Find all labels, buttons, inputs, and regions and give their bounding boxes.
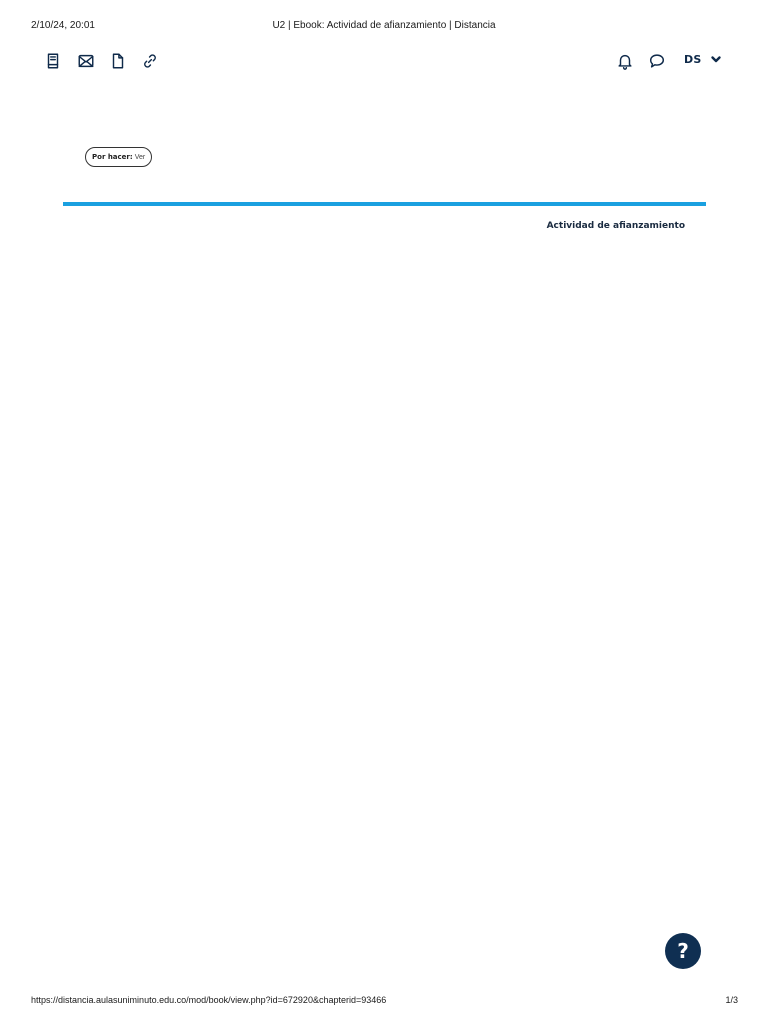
accent-divider [63,202,706,206]
mail-icon[interactable] [76,51,96,71]
chapter-title: Actividad de afianzamiento [546,221,685,231]
print-url: https://distancia.aulasuniminuto.edu.co/… [31,995,387,1005]
user-avatar-initials[interactable]: DS [684,53,702,66]
toolbar: DS [0,48,768,74]
book-icon[interactable] [43,51,63,71]
todo-label: Por hacer: [92,153,133,161]
chevron-down-icon[interactable] [710,52,724,66]
todo-value: Ver [134,154,146,161]
link-icon[interactable] [140,51,160,71]
print-page-number: 1/3 [725,995,738,1005]
file-icon[interactable] [108,51,128,71]
chat-icon[interactable] [647,51,667,71]
print-header: 2/10/24, 20:01 U2 | Ebook: Actividad de … [0,19,768,33]
todo-status-badge: Por hacer: Ver [85,147,153,167]
print-footer: https://distancia.aulasuniminuto.edu.co/… [0,993,768,1007]
print-page-title: U2 | Ebook: Actividad de afianzamiento |… [272,20,496,31]
bell-icon[interactable] [615,51,635,71]
help-button[interactable]: ? [665,933,701,969]
